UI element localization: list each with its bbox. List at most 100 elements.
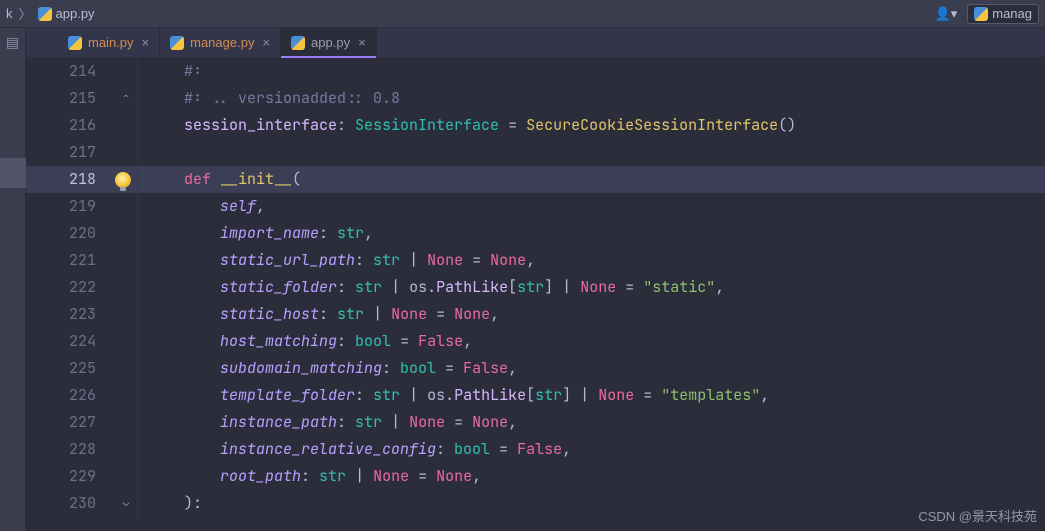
code-line[interactable]: 219 self, [26, 193, 1045, 220]
line-number: 227 [56, 409, 96, 436]
line-number: 225 [56, 355, 96, 382]
tab-label: app.py [311, 35, 350, 50]
line-number: 222 [56, 274, 96, 301]
code-line[interactable]: 226 template_folder: str | os.PathLike[s… [26, 382, 1045, 409]
python-file-icon [170, 36, 184, 50]
user-icon[interactable]: 👤▾ [935, 6, 958, 22]
code-line[interactable]: 218 def __init__( [26, 166, 1045, 193]
line-number: 230 [56, 490, 96, 517]
code-line[interactable]: 229 root_path: str | None = None, [26, 463, 1045, 490]
gutter[interactable]: 227 [26, 409, 138, 436]
editor-tabs: main.py × manage.py × app.py × [26, 28, 1045, 58]
line-number: 226 [56, 382, 96, 409]
close-icon[interactable]: × [142, 35, 150, 50]
python-file-icon [291, 36, 305, 50]
fold-down-icon[interactable]: ⌄ [119, 497, 133, 511]
gutter[interactable]: 215 ⌃ [26, 85, 138, 112]
gutter[interactable]: 218 [26, 166, 138, 193]
code-line[interactable]: 217 [26, 139, 1045, 166]
line-number: 214 [56, 58, 96, 85]
gutter[interactable]: 221 [26, 247, 138, 274]
tab-main-py[interactable]: main.py × [58, 28, 160, 57]
project-tool-icon[interactable]: ▤ [6, 34, 19, 51]
code-text[interactable]: instance_path: str | None = None, [138, 409, 517, 436]
line-number: 221 [56, 247, 96, 274]
tab-label: manage.py [190, 35, 254, 50]
run-config-label: manag [992, 6, 1032, 21]
code-text[interactable]: instance_relative_config: bool = False, [138, 436, 571, 463]
line-number: 229 [56, 463, 96, 490]
tab-label: main.py [88, 35, 134, 50]
code-line[interactable]: 223 static_host: str | None = None, [26, 301, 1045, 328]
gutter[interactable]: 219 [26, 193, 138, 220]
gutter[interactable]: 230 ⌄ [26, 490, 138, 517]
chevron-right-icon: 〉 [19, 4, 32, 23]
fold-up-icon[interactable]: ⌃ [119, 92, 133, 106]
line-number: 215 [56, 85, 96, 112]
left-tool-rail: ▤ [0, 28, 26, 531]
code-line[interactable]: 224 host_matching: bool = False, [26, 328, 1045, 355]
close-icon[interactable]: × [358, 35, 366, 50]
gutter[interactable]: 224 [26, 328, 138, 355]
code-text[interactable]: #: [138, 58, 202, 85]
code-line[interactable]: 220 import_name: str, [26, 220, 1045, 247]
code-text[interactable]: session_interface: SessionInterface = Se… [138, 112, 796, 139]
breadcrumb-parent: k [6, 6, 13, 21]
gutter[interactable]: 225 [26, 355, 138, 382]
line-number: 220 [56, 220, 96, 247]
gutter[interactable]: 214 [26, 58, 138, 85]
code-line[interactable]: 225 subdomain_matching: bool = False, [26, 355, 1045, 382]
code-text[interactable]: static_host: str | None = None, [138, 301, 499, 328]
code-text[interactable]: template_folder: str | os.PathLike[str] … [138, 382, 769, 409]
run-config-selector[interactable]: manag [967, 4, 1039, 24]
code-line[interactable]: 227 instance_path: str | None = None, [26, 409, 1045, 436]
code-line[interactable]: 222 static_folder: str | os.PathLike[str… [26, 274, 1045, 301]
code-text[interactable]: #: .. versionadded:: 0.8 [138, 85, 400, 112]
line-number: 228 [56, 436, 96, 463]
gutter[interactable]: 229 [26, 463, 138, 490]
code-text[interactable]: import_name: str, [138, 220, 373, 247]
left-rail-highlight [0, 158, 26, 188]
code-editor[interactable]: 214 #:215⌃ #: .. versionadded:: 0.8216 s… [26, 58, 1045, 531]
python-file-icon [38, 7, 52, 21]
tab-manage-py[interactable]: manage.py × [160, 28, 281, 57]
code-line[interactable]: 228 instance_relative_config: bool = Fal… [26, 436, 1045, 463]
watermark: CSDN @景天科技苑 [918, 506, 1037, 525]
tab-app-py[interactable]: app.py × [281, 28, 377, 57]
code-text[interactable]: static_folder: str | os.PathLike[str] | … [138, 274, 724, 301]
code-line[interactable]: 214 #: [26, 58, 1045, 85]
breadcrumb[interactable]: k 〉 app.py [6, 4, 95, 23]
gutter[interactable]: 217 [26, 139, 138, 166]
code-line[interactable]: 216 session_interface: SessionInterface … [26, 112, 1045, 139]
toolbar-right: 👤▾ manag [935, 4, 1039, 24]
line-number: 218 [56, 166, 96, 193]
gutter[interactable]: 222 [26, 274, 138, 301]
breadcrumb-file[interactable]: app.py [38, 6, 95, 21]
line-number: 219 [56, 193, 96, 220]
line-number: 224 [56, 328, 96, 355]
breadcrumb-bar: k 〉 app.py 👤▾ manag [0, 0, 1045, 28]
python-file-icon [974, 7, 988, 21]
gutter[interactable]: 220 [26, 220, 138, 247]
breadcrumb-file-label: app.py [56, 6, 95, 21]
line-number: 223 [56, 301, 96, 328]
code-text[interactable]: root_path: str | None = None, [138, 463, 481, 490]
gutter[interactable]: 228 [26, 436, 138, 463]
code-text[interactable]: static_url_path: str | None = None, [138, 247, 535, 274]
code-text[interactable]: subdomain_matching: bool = False, [138, 355, 517, 382]
close-icon[interactable]: × [262, 35, 270, 50]
code-text[interactable]: self, [138, 193, 265, 220]
code-line[interactable]: 215 ⌃ #: .. versionadded:: 0.8 [26, 85, 1045, 112]
code-line[interactable]: 221 static_url_path: str | None = None, [26, 247, 1045, 274]
line-number: 216 [56, 112, 96, 139]
gutter[interactable]: 226 [26, 382, 138, 409]
code-text[interactable]: host_matching: bool = False, [138, 328, 472, 355]
gutter[interactable]: 216 [26, 112, 138, 139]
lightbulb-icon[interactable] [115, 172, 131, 188]
code-line[interactable]: 230 ⌄ ): [26, 490, 1045, 517]
gutter[interactable]: 223 [26, 301, 138, 328]
line-number: 217 [56, 139, 96, 166]
code-text[interactable]: ): [138, 490, 202, 517]
python-file-icon [68, 36, 82, 50]
code-text[interactable]: def __init__( [138, 166, 301, 193]
